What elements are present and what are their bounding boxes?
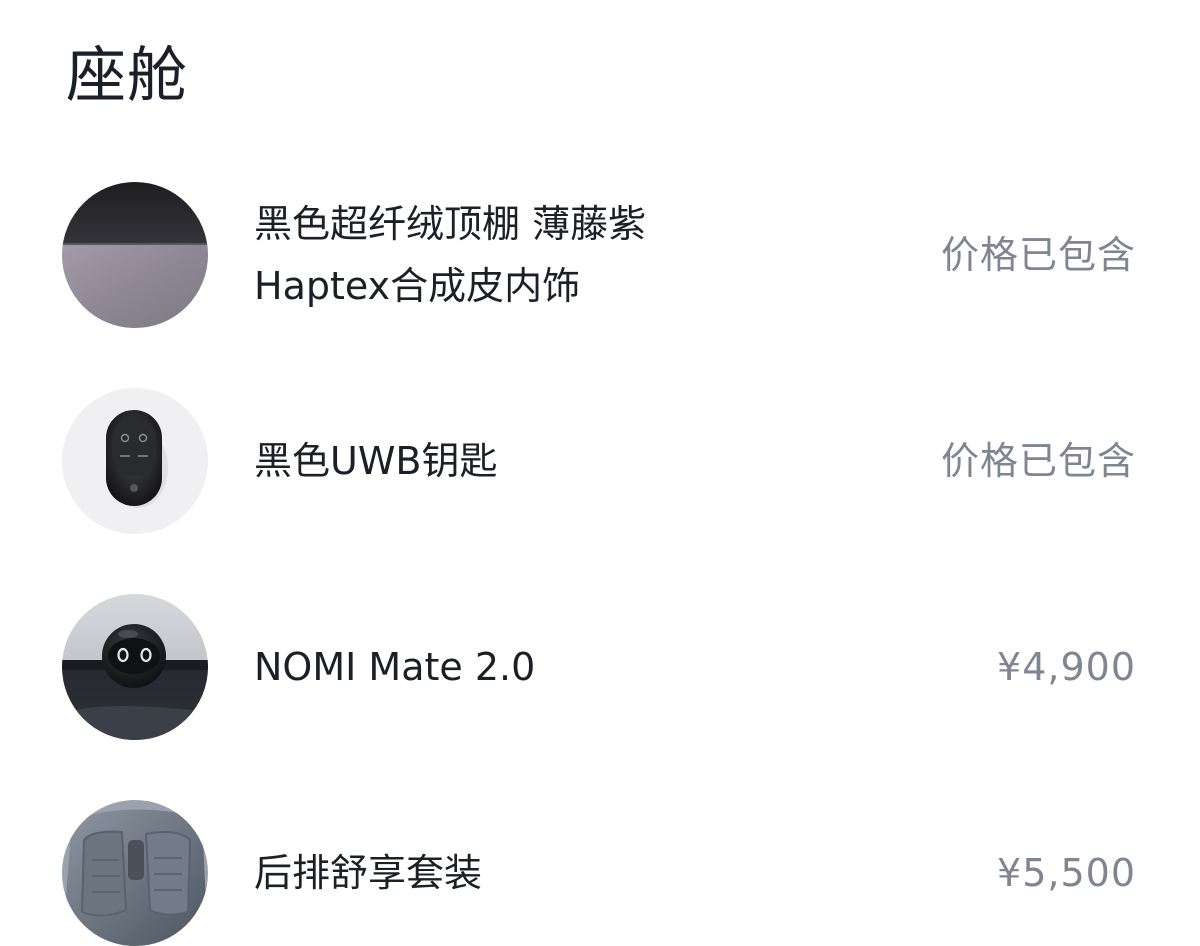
option-item-name: NOMI Mate 2.0 xyxy=(254,636,874,698)
option-item-price: ¥5,500 xyxy=(997,851,1136,895)
option-item-name: 黑色超纤绒顶棚 薄藤紫 Haptex合成皮内饰 xyxy=(254,193,874,317)
option-item-name-line: 后排舒享套装 xyxy=(254,851,483,895)
headliner-swatch-icon xyxy=(62,182,208,328)
option-item-rear-comfort-package[interactable]: 后排舒享套装 ¥5,500 xyxy=(0,800,1200,946)
car-key-icon xyxy=(62,388,208,534)
option-item-headliner-interior[interactable]: 黑色超纤绒顶棚 薄藤紫 Haptex合成皮内饰 价格已包含 xyxy=(0,182,1200,328)
option-item-name-line: 黑色UWB钥匙 xyxy=(254,439,498,483)
option-item-name: 后排舒享套装 xyxy=(254,842,874,904)
option-item-uwb-key[interactable]: 黑色UWB钥匙 价格已包含 xyxy=(0,388,1200,534)
option-item-nomi-mate[interactable]: NOMI Mate 2.0 ¥4,900 xyxy=(0,594,1200,740)
option-item-price: 价格已包含 xyxy=(940,439,1136,483)
option-item-name-line: NOMI Mate 2.0 xyxy=(254,645,536,689)
option-item-name: 黑色UWB钥匙 xyxy=(254,430,874,492)
option-item-name-line: Haptex合成皮内饰 xyxy=(254,264,581,308)
option-item-name-line: 黑色超纤绒顶棚 薄藤紫 xyxy=(254,202,647,246)
option-item-price: 价格已包含 xyxy=(940,233,1136,277)
cabin-option-list: 黑色超纤绒顶棚 薄藤紫 Haptex合成皮内饰 价格已包含 黑色UWB钥匙 价格已包含 N… xyxy=(0,0,1200,946)
option-item-price: ¥4,900 xyxy=(997,645,1136,689)
rear-seat-icon xyxy=(62,800,208,946)
nomi-robot-icon xyxy=(62,594,208,740)
